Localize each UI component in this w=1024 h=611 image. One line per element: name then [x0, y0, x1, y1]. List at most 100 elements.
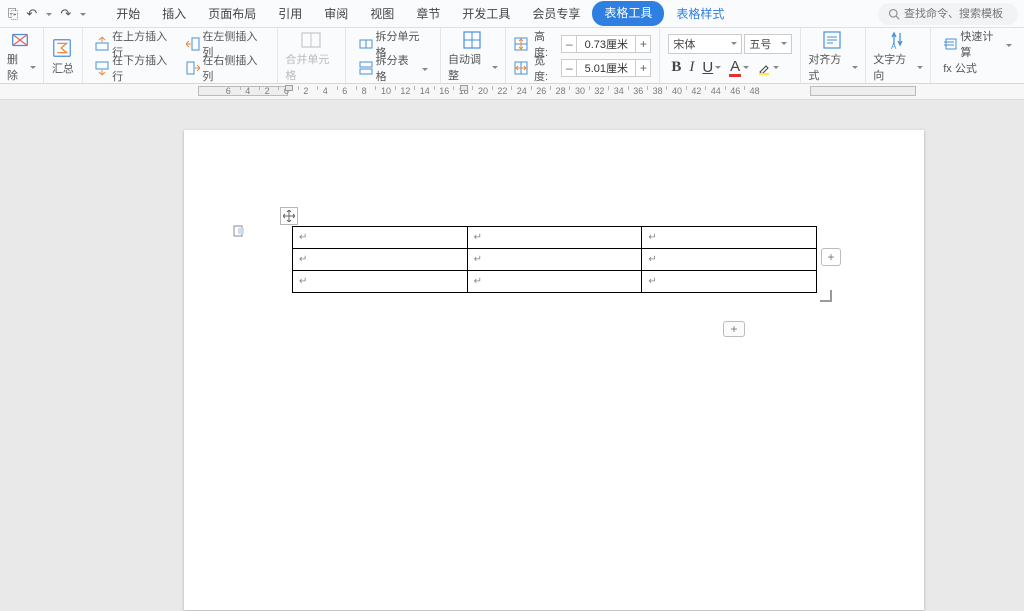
delete-label: 删除	[7, 51, 36, 83]
split-group: 拆分单元格 拆分表格	[346, 28, 441, 83]
redo-icon[interactable]: ↷	[58, 6, 73, 22]
ruler-tick-minor	[472, 86, 473, 90]
menu-layout[interactable]: 页面布局	[198, 1, 266, 26]
highlight-button[interactable]	[754, 61, 782, 75]
table-cell[interactable]: ↵	[293, 227, 468, 249]
width-plus[interactable]: +	[635, 59, 651, 77]
text-direction-button[interactable]: A 文字方向	[866, 28, 931, 83]
ruler-tick: 38	[653, 86, 663, 96]
menu-review[interactable]: 审阅	[314, 1, 358, 26]
table-cell[interactable]: ↵	[642, 227, 817, 249]
width-icon	[514, 60, 528, 76]
ruler-tick: 30	[575, 86, 585, 96]
search-box[interactable]	[878, 3, 1018, 25]
col-width-spinner[interactable]: – +	[561, 59, 651, 77]
italic-button[interactable]: I	[686, 59, 697, 76]
ruler-tick: 4	[245, 86, 250, 96]
search-input[interactable]	[904, 8, 1008, 20]
insert-col-right[interactable]: 在右侧插入列	[181, 52, 269, 84]
ruler-tick: 24	[517, 86, 527, 96]
bold-button[interactable]: B	[668, 59, 684, 76]
row-height-spinner[interactable]: – +	[561, 35, 651, 53]
insert-row-below[interactable]: 在下方插入行	[91, 52, 179, 84]
ruler-tick-minor	[569, 86, 570, 90]
merge-label: 合并单元格	[285, 51, 338, 83]
ruler-tick-minor	[434, 86, 435, 90]
ruler-tick: 10	[381, 86, 391, 96]
add-row-button[interactable]: +	[723, 321, 745, 337]
table-cell[interactable]: ↵	[467, 227, 642, 249]
menu-start[interactable]: 开始	[106, 1, 150, 26]
table-cell[interactable]: ↵	[293, 271, 468, 293]
search-icon	[888, 8, 900, 20]
align-button[interactable]: 对齐方式	[801, 28, 866, 83]
menu-table-tools[interactable]: 表格工具	[592, 1, 664, 26]
table-cell[interactable]: ↵	[467, 271, 642, 293]
font-group: 宋体 五号 B I U A	[660, 28, 801, 83]
col-width-input[interactable]	[577, 59, 635, 77]
font-size-select[interactable]: 五号	[744, 34, 792, 54]
autofit-button[interactable]: 自动调整	[441, 28, 506, 83]
height-minus[interactable]: –	[561, 35, 577, 53]
ruler-tick: 26	[536, 86, 546, 96]
ruler-tick-minor	[608, 86, 609, 90]
undo-dropdown[interactable]	[43, 6, 54, 21]
table-cell[interactable]: ↵	[467, 249, 642, 271]
ruler-tick: 12	[400, 86, 410, 96]
ruler-tick-minor	[531, 86, 532, 90]
menu-ref[interactable]: 引用	[268, 1, 312, 26]
ruler-tick: 2	[303, 86, 308, 96]
menu-table-style[interactable]: 表格样式	[666, 1, 734, 26]
table-resize-handle[interactable]	[820, 290, 832, 302]
ruler-tick: 20	[478, 86, 488, 96]
delete-button[interactable]: 删除	[0, 28, 44, 83]
menu-dev[interactable]: 开发工具	[452, 1, 520, 26]
ruler-indent-left[interactable]	[285, 85, 293, 91]
table-row: ↵↵↵	[293, 249, 817, 271]
add-column-button[interactable]: +	[821, 248, 841, 266]
qat-more[interactable]	[77, 6, 88, 21]
height-plus[interactable]: +	[635, 35, 651, 53]
table-cell[interactable]: ↵	[293, 249, 468, 271]
save-icon[interactable]: ⎘	[6, 6, 20, 22]
ruler-tick: 16	[439, 86, 449, 96]
table-cell[interactable]: ↵	[642, 271, 817, 293]
ruler-tick: 2	[265, 86, 270, 96]
font-color-button[interactable]: A	[726, 58, 752, 77]
ruler-tick-minor	[725, 86, 726, 90]
formula[interactable]: fx 公式	[939, 60, 981, 76]
workspace: ↵↵↵ ↵↵↵ ↵↵↵ + +	[0, 100, 1024, 611]
table-cell[interactable]: ↵	[642, 249, 817, 271]
ruler-tick: 40	[672, 86, 682, 96]
table-move-handle[interactable]	[280, 207, 298, 225]
ruler-tick: 8	[362, 86, 367, 96]
ruler-indent-right[interactable]	[460, 85, 468, 91]
summary-label: 汇总	[52, 60, 74, 76]
summary-button[interactable]: 汇总	[44, 28, 83, 83]
ruler-tick-minor	[298, 86, 299, 90]
ruler-tick-minor	[375, 86, 376, 90]
ruler-tick: 34	[614, 86, 624, 96]
ruler-tick: 32	[594, 86, 604, 96]
document-table[interactable]: ↵↵↵ ↵↵↵ ↵↵↵	[292, 226, 817, 293]
menu-chapter[interactable]: 章节	[406, 1, 450, 26]
ruler-tick-minor	[278, 86, 279, 90]
underline-button[interactable]: U	[699, 59, 724, 76]
menu-view[interactable]: 视图	[360, 1, 404, 26]
width-minus[interactable]: –	[561, 59, 577, 77]
row-height-input[interactable]	[577, 35, 635, 53]
ruler-tick: 42	[691, 86, 701, 96]
horizontal-ruler[interactable]: 6420246810121416182022242628303234363840…	[0, 84, 1024, 100]
ruler-tick-minor	[705, 86, 706, 90]
split-table[interactable]: 拆分表格	[354, 52, 432, 84]
menu-insert[interactable]: 插入	[152, 1, 196, 26]
undo-icon[interactable]: ↶	[24, 6, 39, 22]
ruler-tick-minor	[395, 86, 396, 90]
ribbon: 删除 汇总 在上方插入行 在左侧插入列 在下方插入行 在右侧插入列 合并单元格 …	[0, 28, 1024, 84]
ruler-tick: 44	[711, 86, 721, 96]
font-name-select[interactable]: 宋体	[668, 34, 742, 54]
menu-vip[interactable]: 会员专享	[522, 1, 590, 26]
quick-access-bar: ⎘ ↶ ↷ 开始 插入 页面布局 引用 审阅 视图 章节 开发工具 会员专享 表…	[0, 0, 1024, 28]
document-page[interactable]: ↵↵↵ ↵↵↵ ↵↵↵ +	[184, 130, 924, 610]
ruler-tick: 6	[342, 86, 347, 96]
